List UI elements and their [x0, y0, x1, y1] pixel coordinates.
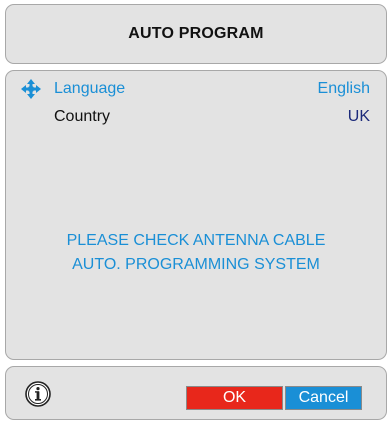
button-bar: OK Cancel — [5, 366, 387, 420]
settings-panel: Language English Country UK PLEASE CHECK… — [5, 70, 387, 360]
cancel-button[interactable]: Cancel — [285, 386, 362, 410]
language-label: Language — [54, 80, 126, 97]
dialog-title: AUTO PROGRAM — [128, 25, 264, 42]
ok-button[interactable]: OK — [186, 386, 283, 410]
message-line-1: PLEASE CHECK ANTENNA CABLE — [66, 232, 326, 249]
info-icon[interactable] — [24, 380, 52, 408]
message-line-2: AUTO. PROGRAMMING SYSTEM — [72, 256, 320, 273]
language-row[interactable]: Language English — [6, 77, 386, 99]
country-value[interactable]: UK — [348, 108, 370, 126]
country-label: Country — [54, 108, 111, 125]
status-message: PLEASE CHECK ANTENNA CABLE AUTO. PROGRAM… — [6, 229, 386, 277]
navigation-arrows-icon — [20, 78, 42, 100]
country-row[interactable]: Country UK — [6, 105, 386, 127]
title-bar: AUTO PROGRAM — [5, 4, 387, 64]
language-value[interactable]: English — [318, 80, 370, 98]
